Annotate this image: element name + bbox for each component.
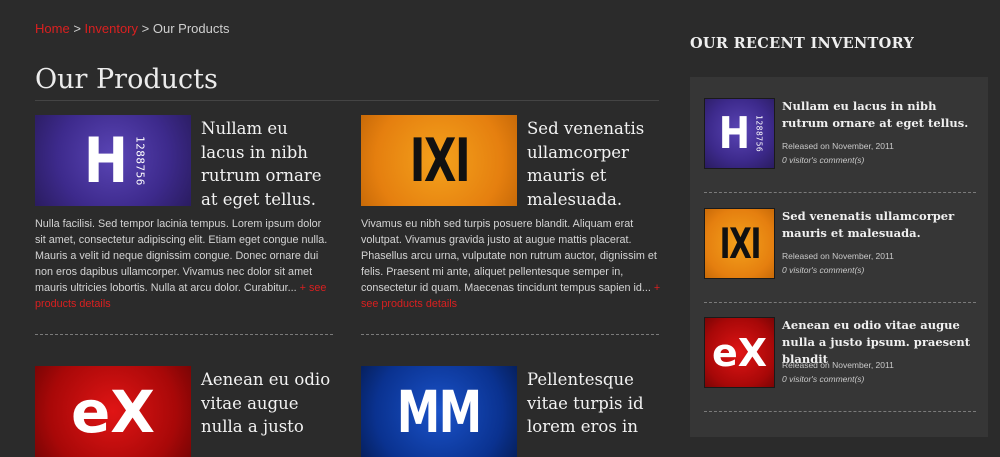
product-title[interactable]: Sed venenatis ullamcorper mauris et male… — [527, 117, 662, 211]
page-title: Our Products — [35, 64, 659, 101]
inventory-thumbnail[interactable]: eX — [704, 317, 775, 388]
breadcrumb-separator: > — [73, 21, 81, 36]
ex-logo-icon: eX — [70, 377, 156, 446]
inventory-item-title[interactable]: Nullam eu lacus in nibh rutrum ornare at… — [782, 98, 978, 132]
divider — [704, 411, 976, 412]
ex-logo-icon: eX — [711, 330, 768, 375]
product-thumbnail[interactable]: eX — [35, 366, 191, 457]
divider — [35, 334, 333, 335]
product-thumbnail[interactable]: MM — [361, 366, 517, 457]
product-description: Vivamus eu nibh sed turpis posuere bland… — [361, 218, 661, 310]
product-description: Nulla facilisi. Sed tempor lacinia tempu… — [35, 218, 328, 310]
breadcrumb: Home > Inventory > Our Products — [35, 21, 229, 36]
divider — [704, 192, 976, 193]
sidebar-heading: OUR RECENT INVENTORY — [690, 35, 915, 52]
breadcrumb-current: Our Products — [152, 21, 230, 36]
h-logo-icon: H 1288756 — [718, 107, 764, 159]
product-thumbnail[interactable]: IXI — [361, 115, 517, 206]
product-thumbnail[interactable]: H 1288756 — [35, 115, 191, 206]
release-date: Released on November, 2011 — [782, 141, 894, 151]
comment-count[interactable]: 0 visitor's comment(s) — [782, 374, 864, 384]
product-title[interactable]: Aenean eu odio vitae augue nulla a justo — [201, 368, 336, 439]
inventory-thumbnail[interactable]: IXI — [704, 208, 775, 279]
breadcrumb-home-link[interactable]: Home — [35, 21, 70, 36]
breadcrumb-separator: > — [141, 21, 150, 36]
inventory-item-title[interactable]: Sed venenatis ullamcorper mauris et male… — [782, 208, 978, 242]
breadcrumb-inventory-link[interactable]: Inventory — [85, 21, 138, 36]
comment-count[interactable]: 0 visitor's comment(s) — [782, 265, 864, 275]
ixi-logo-icon: IXI — [719, 219, 761, 268]
mm-logo-icon: MM — [397, 377, 482, 446]
product-title[interactable]: Pellentesque vitae turpis id lorem eros … — [527, 368, 662, 439]
divider — [361, 334, 659, 335]
comment-count[interactable]: 0 visitor's comment(s) — [782, 155, 864, 165]
h-logo-icon: H 1288756 — [83, 123, 147, 197]
recent-inventory-panel: H 1288756 Nullam eu lacus in nibh rutrum… — [690, 77, 988, 437]
release-date: Released on November, 2011 — [782, 251, 894, 261]
release-date: Released on November, 2011 — [782, 360, 894, 370]
inventory-thumbnail[interactable]: H 1288756 — [704, 98, 775, 169]
divider — [704, 302, 976, 303]
product-title[interactable]: Nullam eu lacus in nibh rutrum ornare at… — [201, 117, 336, 211]
ixi-logo-icon: IXI — [409, 125, 470, 196]
